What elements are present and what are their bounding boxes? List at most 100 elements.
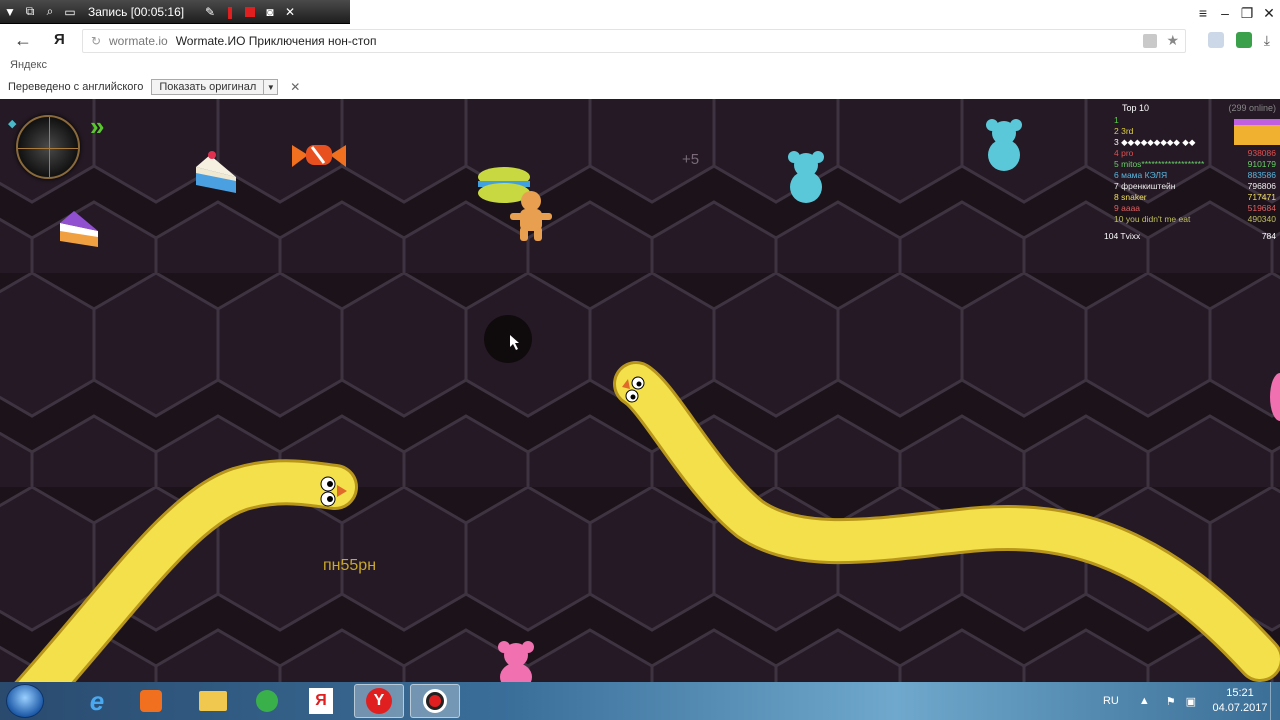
close-window-icon[interactable]: ✕	[1258, 0, 1280, 26]
leaderboard-name: you didn't me eat	[1125, 214, 1191, 224]
translate-dropdown-icon[interactable]: ▼	[264, 79, 279, 95]
extension-translate-icon[interactable]	[1207, 32, 1224, 48]
leaderboard-name: pro	[1121, 148, 1134, 158]
leaderboard-rank: 1	[1114, 115, 1119, 125]
omnibox[interactable]: ↻ wormate.io Wormate.ИО Приключения нон-…	[82, 29, 1186, 53]
download-manager-icon[interactable]	[242, 684, 292, 718]
leaderboard-row: 10 you didn't me eat 490340	[1104, 214, 1276, 225]
leaderboard-name: mitos*******************	[1121, 159, 1205, 169]
leaderboard-rank: 9	[1114, 203, 1119, 213]
leaderboard-player: 10 you didn't me eat	[1114, 214, 1190, 225]
stop-icon[interactable]	[240, 0, 260, 24]
reader-mode-icon[interactable]	[1143, 34, 1157, 48]
leaderboard-row: 2 3rd	[1104, 126, 1276, 137]
cake-food-icon	[60, 211, 98, 247]
leaderboard-player: 6 мама КЭЛЯ	[1114, 170, 1167, 181]
window-controls: ≡ – ❐ ✕	[1192, 0, 1280, 26]
gingerbread-food-icon	[510, 191, 552, 241]
leaderboard-rank: 2	[1114, 126, 1119, 136]
gummy-bear-food-icon	[498, 641, 534, 682]
game-canvas[interactable]: ◆ » +5 пн55рн Top 10 (299 online) 1 2 3r…	[0, 99, 1280, 682]
restore-icon[interactable]: ❐	[1236, 0, 1258, 26]
recorder-app-icon[interactable]	[410, 684, 460, 718]
download-icon[interactable]: ⤓	[1264, 32, 1270, 49]
zoom-icon[interactable]: ⌕	[40, 0, 60, 24]
back-arrow-icon[interactable]: ←	[14, 30, 32, 51]
extensions: ⤓	[1207, 32, 1270, 49]
pause-icon[interactable]: ❚	[220, 0, 240, 24]
leaderboard-player: 2 3rd	[1114, 126, 1133, 137]
leaderboard-rank: 8	[1114, 192, 1119, 202]
bookmark-yandex[interactable]: Яндекс	[10, 59, 47, 71]
leaderboard-title: Top 10	[1122, 103, 1150, 113]
my-rank-row: 104 Tvixx 784	[1104, 231, 1276, 241]
leaderboard-name: aaaa	[1121, 203, 1141, 213]
yandex-app-icon[interactable]: Я	[296, 684, 346, 718]
volume-icon[interactable]: ▣	[1186, 695, 1196, 708]
leaderboard-name: ◆◆◆◆◆◆◆◆◆ ◆◆	[1121, 137, 1196, 147]
hamburger-menu-icon[interactable]: ≡	[1192, 0, 1214, 26]
speed-boost-icon[interactable]: »	[90, 111, 105, 142]
my-rank: 104	[1104, 231, 1119, 241]
region-icon[interactable]: ▭	[60, 0, 80, 24]
leaderboard-row: 4 pro 938086	[1104, 148, 1276, 159]
camera-icon[interactable]: ◙	[260, 0, 280, 24]
show-original-button[interactable]: Показать оригинал	[151, 79, 265, 95]
explorer-icon[interactable]	[188, 684, 238, 718]
leaderboard-player: 3 ◆◆◆◆◆◆◆◆◆ ◆◆	[1114, 137, 1195, 148]
leaderboard-player: 4 pro	[1114, 148, 1133, 159]
extension-shield-icon[interactable]	[1235, 32, 1252, 48]
translate-close-icon[interactable]: ✕	[290, 80, 300, 94]
address-row: ← Я ↻ wormate.io Wormate.ИО Приключения …	[0, 26, 1280, 56]
my-name: Tvixx	[1120, 231, 1141, 241]
media-player-icon[interactable]	[126, 684, 176, 718]
cake-food-icon	[196, 151, 236, 193]
url-domain: wormate.io	[109, 34, 168, 48]
ie-icon[interactable]: e	[72, 684, 122, 718]
bookmark-star-icon[interactable]: ★	[1166, 32, 1179, 49]
recording-time: Запись [00:05:16]	[88, 4, 185, 19]
leaderboard-rank: 5	[1114, 159, 1119, 169]
leaderboard-row: 7 френкиштейн 796806	[1104, 181, 1276, 192]
leaderboard-row: 6 мама КЭЛЯ 883586	[1104, 170, 1276, 181]
gummy-bear-food-icon	[986, 119, 1022, 171]
gummy-bear-food-icon	[788, 151, 824, 203]
language-indicator[interactable]: RU	[1103, 695, 1119, 707]
leaderboard-score: 519684	[1247, 203, 1276, 213]
reload-icon[interactable]: ↻	[83, 34, 109, 48]
yandex-browser-icon[interactable]: Y	[354, 684, 404, 718]
recorder-toolbar: ▼ ⧉ ⌕ ▭ Запись [00:05:16] ✎ ❚ ◙ ✕	[0, 0, 350, 24]
close-recorder-icon[interactable]: ✕	[280, 0, 300, 24]
leaderboard-name: френкиштейн	[1121, 181, 1176, 191]
leaderboard-score: 883586	[1247, 170, 1276, 180]
leaderboard-rank: 6	[1114, 170, 1119, 180]
windows-icon[interactable]: ⧉	[20, 0, 40, 24]
leaderboard-player: 7 френкиштейн	[1114, 181, 1176, 192]
translate-bar: Переведено с английского Показать оригин…	[0, 74, 1280, 100]
clock[interactable]: 15:21 04.07.2017	[1210, 686, 1270, 716]
system-tray: RU ▲ ⚑ ▣ 15:21 04.07.2017	[1103, 682, 1280, 720]
leaderboard-player: 1	[1114, 115, 1119, 126]
start-button[interactable]	[6, 684, 44, 718]
leaderboard-name: 3rd	[1121, 126, 1134, 136]
pen-icon[interactable]: ✎	[200, 0, 220, 24]
translate-message: Переведено с английского	[8, 81, 144, 93]
leaderboard-score: 910179	[1247, 159, 1276, 169]
zoom-indicator-icon: ◆	[8, 118, 17, 130]
player-name-label: пн55рн	[323, 557, 377, 574]
yandex-logo-icon[interactable]: Я	[54, 31, 65, 48]
leaderboard-player: 5 mitos*******************	[1114, 159, 1204, 170]
candy-food-icon	[292, 145, 346, 167]
leaderboard: Top 10 (299 online) 1 2 3rd 3 ◆◆◆◆◆◆◆◆◆ ◆…	[1104, 103, 1276, 241]
tray-expand-icon[interactable]: ▲	[1139, 695, 1150, 707]
clock-date: 04.07.2017	[1212, 702, 1268, 714]
network-icon[interactable]: ⚑	[1166, 695, 1176, 708]
score-popup: +5	[682, 151, 700, 168]
minimize-icon[interactable]: –	[1214, 0, 1236, 26]
show-desktop-button[interactable]	[1270, 682, 1280, 720]
bookmarks-bar: Яндекс	[0, 56, 1280, 74]
leaderboard-score: 796806	[1247, 181, 1276, 191]
leaderboard-player: 9 aaaa	[1114, 203, 1140, 214]
menu-arrow-icon[interactable]: ▼	[0, 0, 20, 24]
leaderboard-score: 717471	[1247, 192, 1276, 202]
